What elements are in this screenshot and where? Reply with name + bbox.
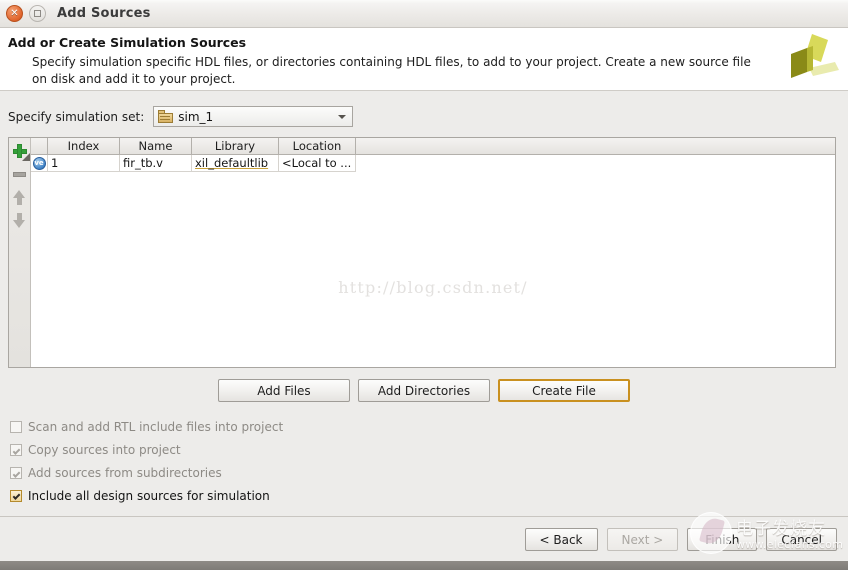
- verilog-file-icon: ve: [32, 156, 46, 170]
- checkbox-indicator[interactable]: [10, 443, 22, 456]
- table-header-row: Index Name Library Location: [31, 138, 835, 155]
- row-index-cell: 1: [48, 155, 120, 172]
- row-file-type-cell: ve: [31, 155, 48, 172]
- source-action-buttons: Add Files Add Directories Create File: [0, 379, 848, 402]
- page-title: Add or Create Simulation Sources: [8, 35, 247, 50]
- title-bar-highlight: [0, 0, 848, 4]
- checkbox-add-subdirectories[interactable]: Add sources from subdirectories: [10, 461, 283, 484]
- sources-table-panel: Index Name Library Location ve 1 fir_tb.…: [8, 137, 836, 368]
- row-name-cell: fir_tb.v: [120, 155, 192, 172]
- remove-source-button[interactable]: [10, 164, 30, 184]
- row-library-cell[interactable]: xil_defaultlib: [192, 155, 279, 172]
- plus-icon: [12, 144, 30, 161]
- simulation-set-value: sim_1: [178, 109, 214, 124]
- window-title: Add Sources: [57, 6, 151, 21]
- checkbox-indicator[interactable]: [10, 466, 22, 479]
- checkbox-label: Copy sources into project: [28, 442, 181, 457]
- close-icon[interactable]: ✕: [6, 5, 23, 22]
- wizard-navigation-buttons: < Back Next > Finish Cancel: [524, 528, 837, 551]
- table-row[interactable]: ve 1 fir_tb.v xil_defaultlib <Local to .…: [31, 155, 835, 172]
- move-up-button[interactable]: [10, 187, 30, 207]
- dialog-header: Add or Create Simulation Sources Specify…: [0, 28, 848, 91]
- simulation-set-label: Specify simulation set:: [8, 109, 145, 124]
- simulation-set-row: Specify simulation set: sim_1: [8, 106, 354, 127]
- finish-button[interactable]: Finish: [687, 528, 758, 551]
- simulation-set-dropdown[interactable]: sim_1: [153, 106, 354, 127]
- create-file-button[interactable]: Create File: [498, 379, 630, 402]
- sources-table: Index Name Library Location ve 1 fir_tb.…: [31, 138, 835, 367]
- dialog-footer: < Back Next > Finish Cancel: [0, 517, 848, 561]
- chevron-down-icon: [21, 153, 30, 161]
- center-watermark: http://blog.csdn.net/: [338, 278, 528, 297]
- minus-icon: [13, 171, 26, 177]
- checkbox-label: Include all design sources for simulatio…: [28, 488, 270, 503]
- checkbox-indicator[interactable]: [10, 489, 22, 502]
- folder-icon: [158, 110, 174, 123]
- next-button: Next >: [606, 528, 679, 551]
- title-bar: ✕ Add Sources: [0, 0, 848, 28]
- add-source-button[interactable]: [10, 141, 30, 161]
- table-header-filler: [356, 138, 835, 154]
- table-header-location[interactable]: Location: [279, 138, 356, 154]
- dialog-body: Specify simulation set: sim_1 Index Name…: [0, 91, 848, 516]
- checkbox-include-design-sources[interactable]: Include all design sources for simulatio…: [10, 484, 283, 507]
- checkbox-scan-rtl-include[interactable]: Scan and add RTL include files into proj…: [10, 415, 283, 438]
- checkbox-indicator[interactable]: [10, 420, 22, 433]
- checkbox-copy-sources[interactable]: Copy sources into project: [10, 438, 283, 461]
- row-filler-cell: [356, 155, 835, 172]
- window-bottom-edge: [0, 561, 848, 570]
- add-sources-dialog: ✕ Add Sources Add or Create Simulation S…: [0, 0, 848, 570]
- move-down-button[interactable]: [10, 210, 30, 230]
- arrow-up-icon: [13, 189, 26, 205]
- arrow-down-icon: [13, 212, 26, 228]
- chevron-down-icon: [338, 114, 347, 119]
- back-button[interactable]: < Back: [524, 528, 598, 551]
- checkbox-label: Add sources from subdirectories: [28, 465, 222, 480]
- page-description: Specify simulation specific HDL files, o…: [32, 55, 751, 86]
- table-header-library[interactable]: Library: [192, 138, 279, 154]
- row-location-cell: <Local to ...: [279, 155, 356, 172]
- xilinx-logo: [791, 34, 839, 78]
- table-toolbar: [9, 138, 31, 367]
- add-files-button[interactable]: Add Files: [218, 379, 350, 402]
- add-directories-button[interactable]: Add Directories: [358, 379, 490, 402]
- table-header-icon-column: [31, 138, 48, 154]
- cancel-button[interactable]: Cancel: [766, 528, 837, 551]
- checkbox-label: Scan and add RTL include files into proj…: [28, 419, 284, 434]
- table-header-index[interactable]: Index: [48, 138, 120, 154]
- options-checkbox-group: Scan and add RTL include files into proj…: [10, 415, 283, 507]
- table-header-name[interactable]: Name: [120, 138, 192, 154]
- maximize-icon[interactable]: [29, 5, 46, 22]
